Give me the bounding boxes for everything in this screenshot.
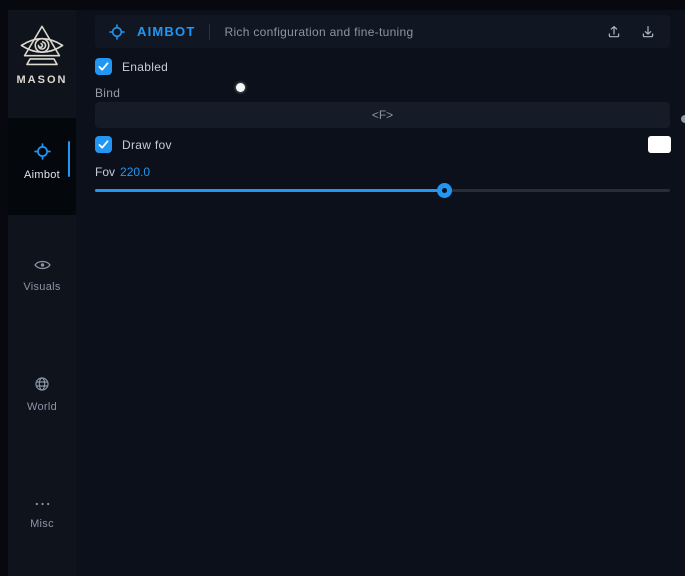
fov-label-row: Fov 220.0 — [95, 165, 150, 179]
crosshair-icon — [109, 24, 125, 40]
app-logo: MASON — [8, 24, 76, 86]
draw-fov-checkbox[interactable] — [95, 136, 112, 153]
draw-fov-label: Draw fov — [122, 138, 172, 152]
bind-label: Bind — [95, 86, 120, 100]
enabled-label: Enabled — [122, 60, 168, 74]
sidebar-item-label: Misc — [8, 518, 76, 530]
sidebar-item-label: Visuals — [8, 281, 76, 293]
fov-value: 220.0 — [120, 165, 150, 179]
globe-icon — [8, 376, 76, 397]
upload-config-button[interactable] — [606, 24, 622, 40]
sidebar-item-label: World — [8, 401, 76, 413]
enabled-row: Enabled — [95, 58, 168, 75]
header-divider — [209, 24, 210, 40]
sidebar-item-label: Aimbot — [8, 169, 76, 181]
cursor-dot — [236, 83, 245, 92]
fov-color-swatch[interactable] — [648, 136, 671, 153]
page-header: AIMBOT Rich configuration and fine-tunin… — [95, 15, 670, 48]
fov-label: Fov — [95, 165, 115, 179]
bind-input[interactable]: <F> — [95, 102, 670, 128]
crosshair-icon — [8, 143, 76, 165]
cursor-dot-secondary — [681, 115, 685, 123]
draw-fov-row: Draw fov — [95, 136, 172, 153]
page-title: AIMBOT — [137, 24, 195, 39]
sidebar: MASON Aimbot Visuals — [8, 10, 76, 576]
eye-icon — [8, 258, 76, 277]
check-icon — [98, 140, 109, 149]
sidebar-item-visuals[interactable]: Visuals — [8, 258, 76, 293]
fov-slider[interactable] — [95, 187, 670, 195]
check-icon — [98, 62, 109, 71]
main-panel: AIMBOT Rich configuration and fine-tunin… — [76, 10, 685, 576]
fov-slider-handle[interactable] — [437, 183, 452, 198]
logo-text: MASON — [8, 74, 76, 86]
sidebar-item-world[interactable]: World — [8, 376, 76, 413]
sidebar-item-aimbot[interactable]: Aimbot — [8, 143, 76, 181]
fov-slider-fill — [95, 189, 444, 192]
page-subtitle: Rich configuration and fine-tuning — [224, 25, 588, 39]
enabled-checkbox[interactable] — [95, 58, 112, 75]
pyramid-eye-icon — [8, 24, 76, 70]
ellipsis-icon — [8, 496, 76, 514]
download-config-button[interactable] — [640, 24, 656, 40]
sidebar-item-misc[interactable]: Misc — [8, 496, 76, 530]
